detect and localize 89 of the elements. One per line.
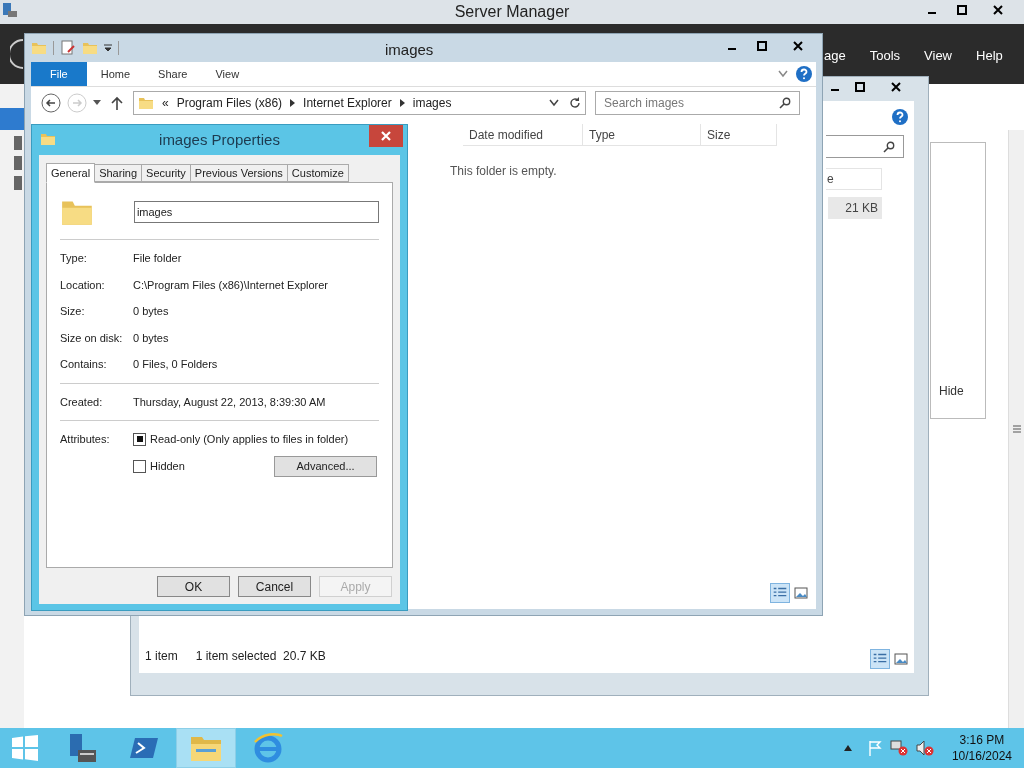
field-label: Location: <box>60 277 106 293</box>
status-text: 1 item <box>145 648 178 665</box>
dialog-button[interactable]: OK <box>157 576 230 597</box>
window-title: images <box>385 40 434 60</box>
ribbon-tab[interactable]: Home <box>86 62 145 86</box>
column-header[interactable]: e <box>826 168 882 190</box>
clock-time[interactable]: 3:16 PM <box>959 732 1005 748</box>
dropdown-icon[interactable] <box>104 44 112 52</box>
details-view-icon[interactable] <box>870 649 890 669</box>
checkbox-label[interactable]: Read-only (Only applies to files in folder) <box>150 431 349 448</box>
ribbon-tab[interactable]: View <box>201 62 254 86</box>
status-text: 1 item selected 20.7 KB <box>195 648 326 665</box>
tab[interactable]: Sharing <box>94 164 143 182</box>
checkbox[interactable] <box>133 432 146 446</box>
maximize-icon[interactable] <box>956 4 968 16</box>
close-icon[interactable] <box>992 4 1004 16</box>
ribbon-tab[interactable]: File <box>31 62 87 86</box>
dialog-title: images Properties <box>159 129 280 150</box>
thumbnail-view-icon[interactable] <box>892 650 910 668</box>
field-label: Created: <box>60 394 104 410</box>
checkbox-label[interactable]: Hidden <box>150 457 185 475</box>
breadcrumb-item[interactable]: Program Files (x86) <box>176 94 283 112</box>
hide-button[interactable]: Hide <box>939 382 964 400</box>
help-icon[interactable] <box>892 109 908 125</box>
field-value: 0 bytes <box>133 330 169 346</box>
window-title: Server Manager <box>454 2 570 22</box>
grip-icon[interactable] <box>1012 425 1021 433</box>
breadcrumb-item[interactable]: images <box>412 94 452 112</box>
details-view-icon[interactable] <box>770 583 790 603</box>
arrow-icon[interactable] <box>399 99 405 107</box>
search-icon[interactable] <box>883 140 895 153</box>
table-cell: 21 KB <box>828 197 882 219</box>
field-value: C:\Program Files (x86)\Internet Explorer <box>133 277 328 293</box>
field-label: Size on disk: <box>60 330 124 346</box>
properties-icon[interactable] <box>60 40 76 56</box>
column-header[interactable]: Type <box>583 124 701 146</box>
terminal-icon[interactable] <box>129 736 159 760</box>
menu-item[interactable]: age <box>824 46 846 66</box>
tab[interactable]: General <box>46 163 96 183</box>
field-label: Size: <box>60 304 86 319</box>
checkbox[interactable] <box>133 459 146 473</box>
field-value: 0 Files, 0 Folders <box>133 357 218 372</box>
thumbnail-view-icon[interactable] <box>792 584 810 602</box>
tab[interactable]: Previous Versions <box>189 164 288 182</box>
tab[interactable]: Security <box>141 164 191 182</box>
network-error-icon[interactable] <box>889 740 908 756</box>
address-bar[interactable]: « Program Files (x86) Internet Explorer images <box>133 91 586 115</box>
chevron-icon[interactable] <box>549 99 559 107</box>
column-header[interactable]: Size <box>701 124 777 146</box>
close-icon[interactable] <box>890 81 902 93</box>
name-field[interactable]: images <box>133 201 379 223</box>
maximize-icon[interactable] <box>854 81 866 93</box>
close-icon[interactable] <box>792 40 804 52</box>
caret-icon[interactable] <box>843 745 852 751</box>
arrow-icon[interactable] <box>290 99 296 107</box>
folder-icon <box>138 95 154 111</box>
field-label: Type: <box>60 251 88 266</box>
folder-icon <box>31 40 47 56</box>
up-arrow-icon[interactable] <box>111 96 123 110</box>
field-value: 0 bytes <box>133 304 169 319</box>
breadcrumb-item[interactable]: Internet Explorer <box>303 94 392 112</box>
refresh-icon[interactable] <box>569 97 581 109</box>
search-field[interactable]: Search images <box>595 91 800 115</box>
help-icon[interactable] <box>796 66 812 82</box>
tab[interactable]: Customize <box>286 164 349 182</box>
search-field[interactable] <box>826 135 904 158</box>
dialog-button[interactable]: Cancel <box>238 576 311 597</box>
menu-item[interactable]: View <box>924 46 952 66</box>
empty-message: This folder is empty. <box>450 163 557 180</box>
ribbon-tab[interactable]: Share <box>144 62 202 86</box>
advanced-button[interactable]: Advanced... <box>274 455 377 477</box>
dropdown-icon[interactable] <box>93 100 101 106</box>
overflow-text: « <box>162 95 169 112</box>
muted-speaker-icon[interactable] <box>915 740 934 756</box>
search-icon[interactable] <box>779 97 791 109</box>
back-icon[interactable] <box>41 93 61 113</box>
server-manager-icon <box>2 2 18 18</box>
column-header[interactable]: Date modified <box>463 124 583 146</box>
clock-date[interactable]: 10/16/2024 <box>951 748 1012 764</box>
new-folder-icon <box>82 40 98 56</box>
field-value: Thursday, August 22, 2013, 8:39:30 AM <box>133 394 326 410</box>
maximize-icon[interactable] <box>756 40 768 52</box>
field-value: File folder <box>133 251 182 266</box>
field-label: Attributes: <box>60 432 111 447</box>
menu-item[interactable]: Tools <box>869 46 901 66</box>
folder-icon <box>40 131 56 147</box>
scrollbar[interactable] <box>1008 130 1024 728</box>
menu-item[interactable]: Help <box>976 46 1003 66</box>
field-label: Contains: <box>60 357 108 372</box>
